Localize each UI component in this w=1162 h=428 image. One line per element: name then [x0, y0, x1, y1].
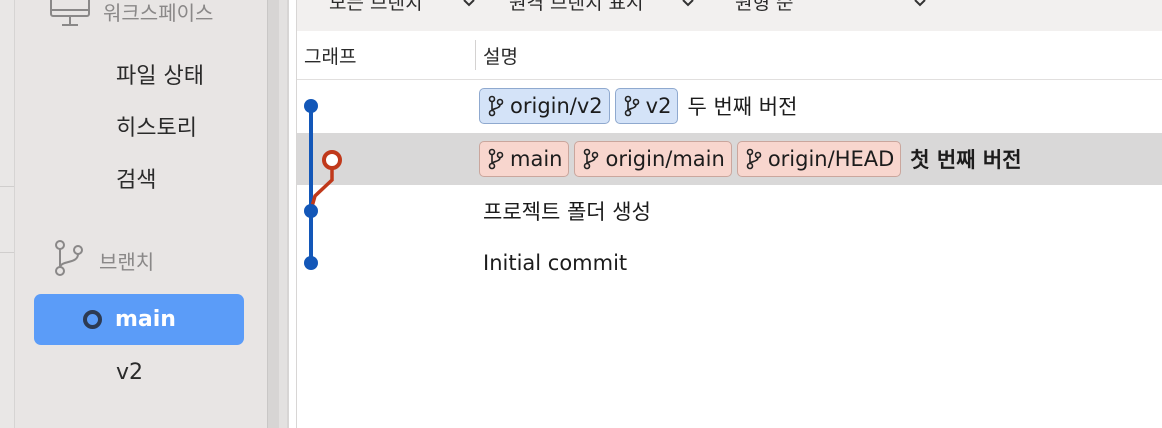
git-branch-icon [746, 148, 762, 170]
commit-description: origin/v2 v2 두 번째 버전 [479, 80, 797, 132]
branch-filter-select[interactable]: 모든 브랜치 [329, 0, 476, 15]
commit-row[interactable]: 프로젝트 폴더 생성 [297, 185, 1162, 237]
commit-row[interactable]: origin/v2 v2 두 번째 버전 [297, 80, 1162, 132]
git-branch-icon [488, 148, 504, 170]
commit-description: main origin/main origin/HEAD 첫 번째 버전 [479, 133, 1022, 185]
sidebar-branches-label: 브랜치 [99, 249, 155, 274]
remote-filter-select[interactable]: 원격 브랜치 표시 [509, 0, 695, 15]
branch-tag-label: origin/v2 [510, 94, 603, 118]
chevron-down-icon [462, 0, 476, 13]
gutter-divider [0, 186, 14, 187]
branch-filter-value: 모든 브랜치 [329, 0, 423, 14]
commit-message: Initial commit [483, 251, 628, 275]
sidebar-workspace-header[interactable]: 워크스페이스 [49, 0, 213, 34]
sort-order-select[interactable]: 원형 순 [735, 0, 927, 15]
sidebar-branches-header[interactable]: 브랜치 [53, 238, 154, 282]
git-branch-icon [53, 238, 85, 282]
chevron-down-icon [681, 0, 695, 13]
app-window: 워크스페이스 파일 상태 히스토리 검색 브랜치 main v2 모든 브랜치 … [0, 0, 1162, 428]
sidebar-workspace-label: 워크스페이스 [103, 0, 214, 25]
git-branch-icon [624, 95, 640, 117]
commit-node[interactable] [304, 204, 318, 218]
column-resize-handle[interactable] [475, 40, 476, 70]
sidebar-branch-label: main [115, 307, 176, 332]
commit-graph [304, 99, 342, 270]
remote-filter-value: 원격 브랜치 표시 [509, 0, 644, 14]
commit-row[interactable]: Initial commit [297, 237, 1162, 289]
commit-node[interactable] [304, 99, 318, 113]
history-toolbar: 모든 브랜치 원격 브랜치 표시 원형 순 [297, 0, 1162, 32]
commit-message: 첫 번째 버전 [910, 148, 1022, 172]
branch-tag-label: origin/main [605, 147, 725, 171]
branch-tag-label: main [510, 147, 563, 171]
commit-table-header: 그래프 설명 [297, 31, 1162, 80]
column-header-graph[interactable]: 그래프 [304, 42, 356, 69]
sidebar-branch-v2[interactable]: v2 [116, 360, 143, 385]
resize-handle-track [279, 0, 287, 428]
gutter-divider [0, 252, 14, 253]
column-header-description[interactable]: 설명 [483, 42, 518, 69]
left-gutter [0, 0, 15, 428]
branch-tag[interactable]: v2 [614, 88, 679, 124]
git-branch-icon [488, 95, 504, 117]
git-branch-icon [583, 148, 599, 170]
monitor-icon [49, 0, 91, 34]
current-branch-indicator-icon [83, 310, 102, 329]
branch-tag[interactable]: main [479, 141, 570, 177]
history-panel: 모든 브랜치 원격 브랜치 표시 원형 순 그래프 설명 origin/v2 v… [296, 0, 1162, 428]
branch-tag-label: origin/HEAD [767, 147, 895, 171]
sidebar-branch-main[interactable]: main [34, 294, 244, 345]
commit-row-selected[interactable]: main origin/main origin/HEAD 첫 번째 버전 [297, 133, 1162, 185]
branch-tag-label: v2 [645, 94, 672, 118]
chevron-down-icon [913, 0, 927, 13]
sidebar-item-file-status[interactable]: 파일 상태 [116, 58, 204, 90]
commit-node[interactable] [304, 256, 318, 270]
sidebar: 워크스페이스 파일 상태 히스토리 검색 브랜치 main v2 [15, 0, 267, 428]
commit-node-head[interactable] [322, 150, 342, 170]
sidebar-item-search[interactable]: 검색 [116, 162, 156, 194]
commit-description: Initial commit [479, 237, 627, 289]
branch-tag[interactable]: origin/main [574, 141, 732, 177]
commit-message: 두 번째 버전 [687, 95, 798, 119]
branch-tag[interactable]: origin/v2 [479, 88, 610, 124]
commit-message: 프로젝트 폴더 생성 [483, 200, 651, 224]
sidebar-resize-handle[interactable] [267, 0, 289, 428]
branch-tag[interactable]: origin/HEAD [736, 141, 902, 177]
commit-description: 프로젝트 폴더 생성 [479, 185, 651, 237]
sidebar-item-history[interactable]: 히스토리 [116, 110, 197, 142]
sort-order-value: 원형 순 [735, 0, 794, 14]
